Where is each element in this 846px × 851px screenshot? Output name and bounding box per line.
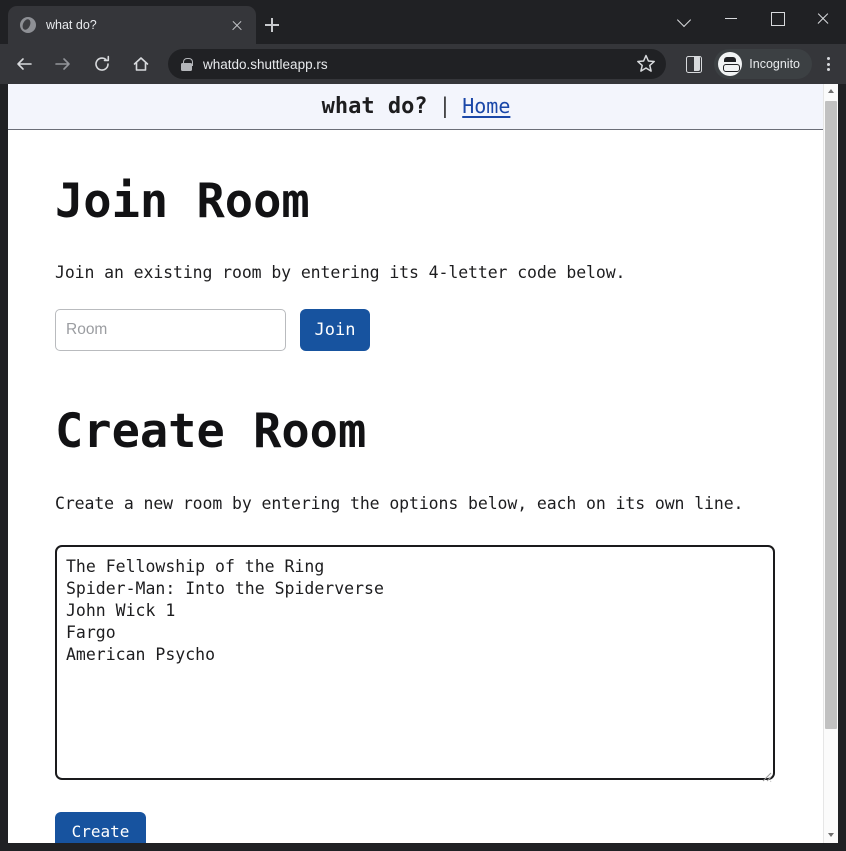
site-brand: what do?	[321, 94, 428, 119]
forward-icon[interactable]	[48, 49, 78, 79]
join-button[interactable]: Join	[300, 308, 370, 351]
site-navbar: what do? | Home	[8, 84, 838, 130]
nav-link-home[interactable]: Home	[462, 94, 510, 118]
create-button[interactable]: Create	[55, 812, 146, 843]
page-scrollbar[interactable]	[823, 84, 838, 843]
maximize-button[interactable]	[754, 0, 800, 36]
profile-label: Incognito	[749, 57, 800, 71]
side-panel-icon[interactable]	[678, 49, 708, 79]
home-icon[interactable]	[126, 49, 156, 79]
tab-strip: what do?	[0, 0, 846, 44]
address-bar[interactable]: whatdo.shuttleapp.rs	[168, 49, 667, 79]
window-controls	[662, 0, 846, 36]
window-right-border	[838, 84, 846, 851]
options-textarea-wrapper	[55, 512, 775, 785]
join-room-heading: Join Room	[55, 174, 310, 229]
scroll-up-arrow-icon[interactable]	[824, 84, 838, 100]
incognito-avatar-icon	[718, 52, 743, 76]
tab-title: what do?	[46, 18, 97, 32]
scroll-down-arrow-icon[interactable]	[824, 827, 838, 843]
browser-window: what do? whatdo.shuttleapp.rs Incognito …	[0, 0, 846, 851]
new-tab-button[interactable]	[258, 11, 286, 39]
room-options-textarea[interactable]	[55, 545, 775, 780]
create-room-description: Create a new room by entering the option…	[55, 493, 744, 513]
incognito-profile-button[interactable]: Incognito	[714, 49, 812, 79]
minimize-button[interactable]	[708, 0, 754, 36]
url-text: whatdo.shuttleapp.rs	[203, 56, 328, 72]
chevron-down-icon[interactable]	[662, 0, 708, 36]
window-left-border	[0, 84, 8, 851]
page-viewport: what do? | Home Join Room Join an existi…	[8, 84, 838, 843]
lock-icon	[180, 57, 193, 71]
join-room-form: Join	[55, 308, 838, 351]
browser-menu-icon[interactable]	[814, 49, 842, 79]
close-icon[interactable]	[226, 14, 248, 36]
scrollbar-thumb[interactable]	[825, 101, 837, 729]
join-room-description: Join an existing room by entering its 4-…	[55, 263, 626, 282]
page-content: Join Room Join an existing room by enter…	[8, 178, 838, 843]
back-icon[interactable]	[9, 49, 39, 79]
bookmark-star-icon[interactable]	[632, 50, 660, 78]
navbar-separator: |	[438, 94, 452, 118]
window-bottom-border	[0, 843, 846, 851]
window-close-button[interactable]	[800, 0, 846, 36]
room-code-input[interactable]	[55, 308, 286, 351]
create-room-heading: Create Room	[55, 403, 367, 459]
browser-tab[interactable]: what do?	[8, 6, 256, 44]
globe-favicon-icon	[20, 17, 36, 33]
reload-icon[interactable]	[87, 49, 117, 79]
browser-toolbar: whatdo.shuttleapp.rs Incognito	[0, 44, 846, 84]
